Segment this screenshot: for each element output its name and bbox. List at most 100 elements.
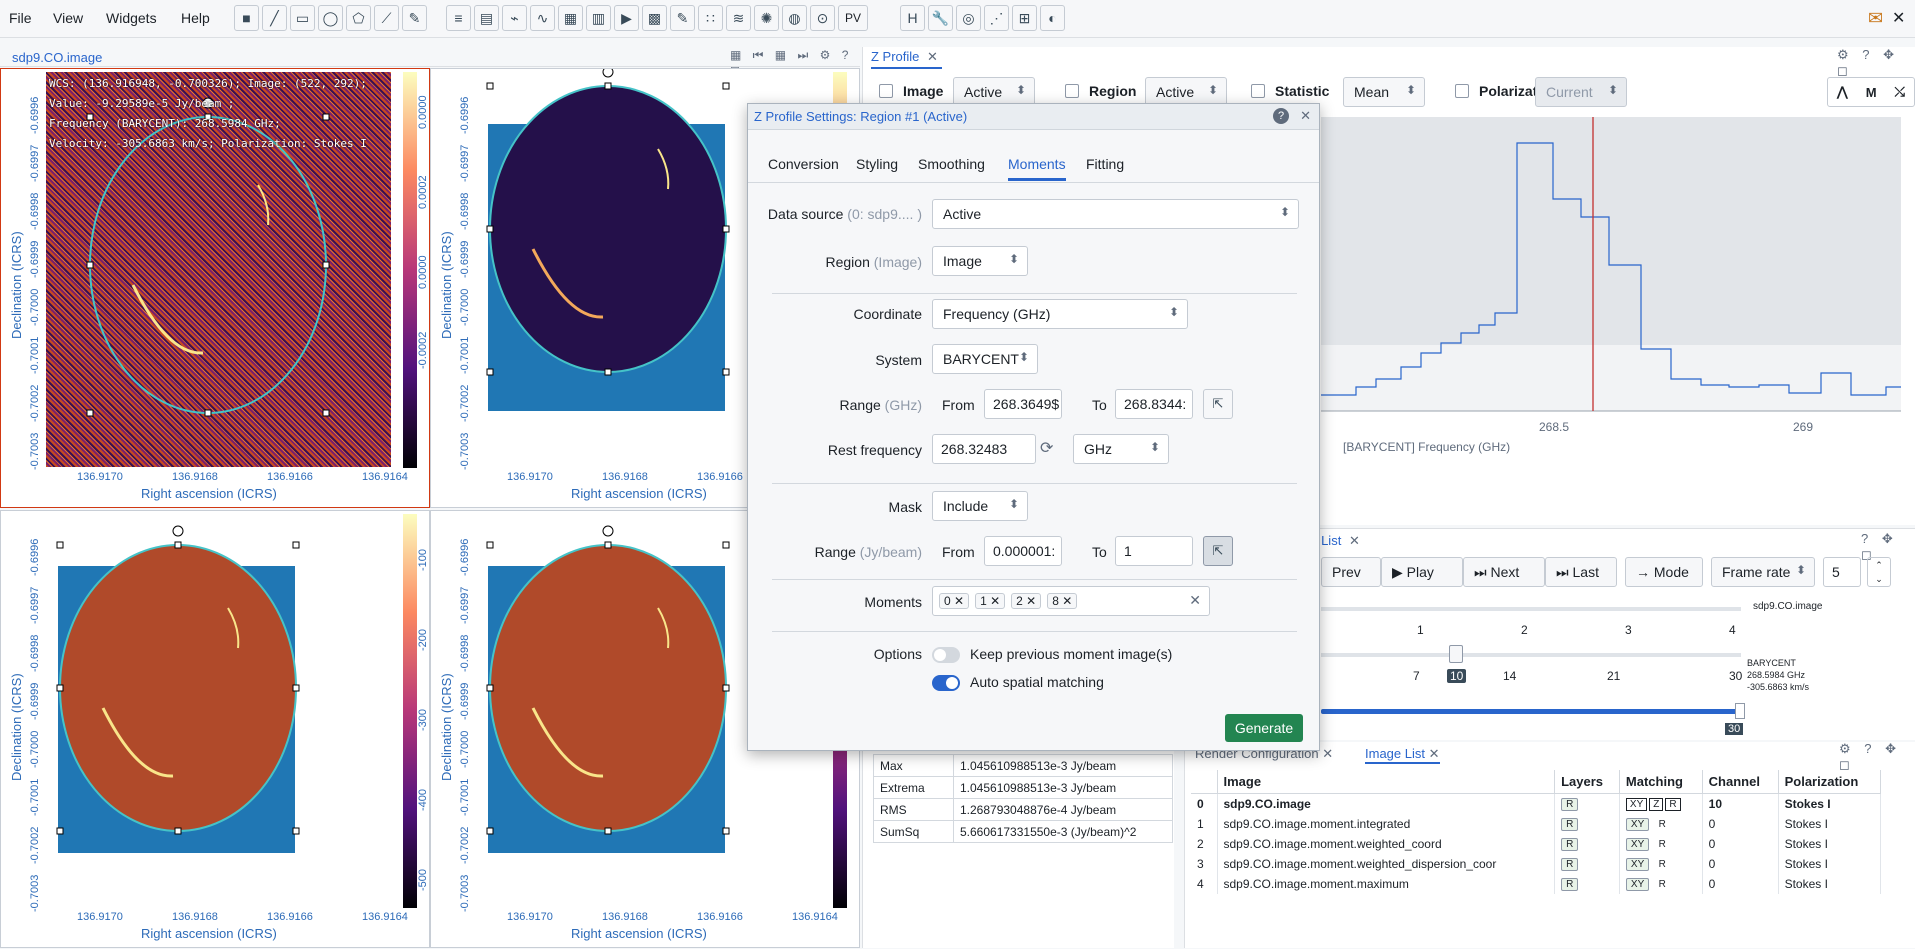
channel-slider-track[interactable]: [1321, 653, 1741, 657]
spectral-profile-icon[interactable]: ∿: [530, 5, 555, 31]
pv-button[interactable]: PV: [838, 5, 868, 31]
mask-range-to-input[interactable]: 1: [1115, 536, 1193, 566]
tab-smoothing[interactable]: Smoothing: [918, 156, 985, 172]
rest-frequency-input[interactable]: 268.32483: [932, 434, 1036, 464]
r-match-icon[interactable]: R: [1665, 798, 1681, 812]
raster-layer-icon[interactable]: R: [1561, 878, 1579, 891]
region-checkbox[interactable]: [1065, 84, 1079, 98]
region-handle[interactable]: [722, 368, 730, 376]
hips-icon[interactable]: H: [900, 5, 925, 31]
auto-spatial-toggle[interactable]: [932, 675, 960, 691]
column-header[interactable]: Channel: [1702, 770, 1779, 794]
menu-widgets[interactable]: Widgets: [106, 10, 157, 26]
layer-list-icon[interactable]: ≡: [446, 5, 471, 31]
close-icon[interactable]: ✕: [1429, 746, 1440, 761]
table-row[interactable]: 0 sdp9.CO.image R XY Z R 10 Stokes I: [1191, 793, 1882, 814]
polyline-icon[interactable]: ⟋: [374, 5, 399, 31]
region-handle[interactable]: [56, 827, 64, 835]
table-row[interactable]: 2 sdp9.CO.image.moment.weighted_coord R XY …: [1191, 833, 1882, 854]
keep-previous-toggle[interactable]: [932, 647, 960, 663]
polarization-select[interactable]: Current: [1535, 77, 1627, 107]
cursor-select-icon[interactable]: ⇱: [1203, 389, 1233, 419]
smoothing-icon[interactable]: ⋀: [1837, 84, 1848, 100]
mail-icon[interactable]: ✉: [1868, 8, 1883, 29]
column-header[interactable]: Image: [1217, 770, 1556, 794]
frame-rate-stepper[interactable]: ⌃ ⌄: [1867, 557, 1891, 587]
column-header[interactable]: Polarization: [1778, 770, 1882, 794]
table-row[interactable]: 3 sdp9.CO.image.moment.weighted_dispersio…: [1191, 853, 1882, 874]
moment-tag[interactable]: 2 ✕: [1011, 593, 1042, 609]
animator-icon[interactable]: ▶: [614, 5, 639, 31]
column-header[interactable]: Layers: [1554, 770, 1620, 794]
spectral-line-icon[interactable]: ≋: [726, 5, 751, 31]
play-button[interactable]: ▶ Play: [1381, 557, 1463, 587]
region-handle[interactable]: [722, 82, 730, 90]
annotation-icon[interactable]: ✎: [402, 5, 427, 31]
region-handle[interactable]: [722, 684, 730, 692]
panel-controls[interactable]: ⚙ ? ✥ ◻: [1839, 741, 1915, 773]
contour-icon[interactable]: ◎: [956, 5, 981, 31]
colorbar[interactable]: [403, 514, 417, 908]
raster-layer-icon[interactable]: R: [1561, 818, 1579, 831]
menu-view[interactable]: View: [53, 10, 83, 26]
moments-icon[interactable]: M: [1866, 85, 1877, 100]
region-handle[interactable]: [292, 541, 300, 549]
cursor-select-icon[interactable]: ⇱: [1203, 536, 1233, 566]
z-profile-plot[interactable]: 268.5 269 [BARYCENT] Frequency (GHz): [1321, 117, 1901, 457]
xy-match-icon[interactable]: XY: [1625, 838, 1650, 851]
polarization-checkbox[interactable]: [1455, 84, 1469, 98]
ellipse-region[interactable]: [89, 116, 327, 414]
square-icon[interactable]: ■: [234, 5, 259, 31]
system-select[interactable]: BARYCENT: [932, 344, 1038, 374]
rectangle-icon[interactable]: ▭: [290, 5, 315, 31]
region-handle[interactable]: [486, 684, 494, 692]
rest-unit-select[interactable]: GHz: [1073, 434, 1169, 464]
region-handle[interactable]: [292, 684, 300, 692]
spatial-profile-icon[interactable]: ⌁: [502, 5, 527, 31]
region-handle[interactable]: [604, 541, 612, 549]
rotation-handle[interactable]: [602, 525, 614, 537]
pv-icon[interactable]: ⊙: [810, 5, 835, 31]
close-icon[interactable]: ✕: [1322, 746, 1333, 761]
next-button[interactable]: ⏭ Next: [1463, 557, 1545, 587]
rotation-handle[interactable]: [602, 69, 614, 78]
fitting-icon[interactable]: ⤯: [1895, 84, 1905, 100]
line-icon[interactable]: ╱: [262, 5, 287, 31]
statistic-checkbox[interactable]: [1251, 84, 1265, 98]
statistics-icon[interactable]: ▦: [558, 5, 583, 31]
tab-styling[interactable]: Styling: [856, 156, 898, 172]
region-handle[interactable]: [292, 827, 300, 835]
image-view-panel[interactable]: Declination (ICRS) Right ascension (ICRS)…: [0, 68, 430, 508]
region-handle[interactable]: [722, 225, 730, 233]
moment-icon[interactable]: ◍: [782, 5, 807, 31]
file-header-icon[interactable]: ▤: [474, 5, 499, 31]
mode-button[interactable]: → Mode: [1625, 557, 1703, 587]
r-match-icon[interactable]: R: [1659, 879, 1666, 890]
region-handle[interactable]: [722, 827, 730, 835]
image-panel-tab[interactable]: sdp9.CO.image: [12, 50, 102, 65]
remove-tag-icon[interactable]: ✕: [987, 594, 1000, 608]
channel-slider-handle[interactable]: [1449, 645, 1463, 663]
moment-tag[interactable]: 1 ✕: [975, 593, 1006, 609]
region-handle[interactable]: [322, 261, 330, 269]
region-handle[interactable]: [486, 82, 494, 90]
region-handle[interactable]: [86, 409, 94, 417]
ellipse-icon[interactable]: ◯: [318, 5, 343, 31]
tab-fitting[interactable]: Fitting: [1086, 156, 1124, 172]
raster-layer-icon[interactable]: R: [1561, 858, 1579, 871]
data-source-select[interactable]: Active: [932, 199, 1299, 229]
region-handle[interactable]: [322, 409, 330, 417]
image-list-tab[interactable]: Image List ✕: [1365, 746, 1440, 764]
r-match-icon[interactable]: R: [1659, 859, 1666, 870]
region-handle[interactable]: [486, 225, 494, 233]
region-select[interactable]: Image: [932, 246, 1028, 276]
rotation-handle[interactable]: [172, 525, 184, 537]
region-handle[interactable]: [174, 541, 182, 549]
polygon-icon[interactable]: ⬠: [346, 5, 371, 31]
generate-button[interactable]: Generate: [1225, 714, 1303, 742]
polarization-slider-handle[interactable]: [1735, 703, 1745, 719]
image-slider-track[interactable]: [1321, 607, 1741, 611]
column-header[interactable]: Matching: [1619, 770, 1703, 794]
remove-tag-icon[interactable]: ✕: [1059, 594, 1072, 608]
z-match-icon[interactable]: Z: [1649, 798, 1664, 812]
